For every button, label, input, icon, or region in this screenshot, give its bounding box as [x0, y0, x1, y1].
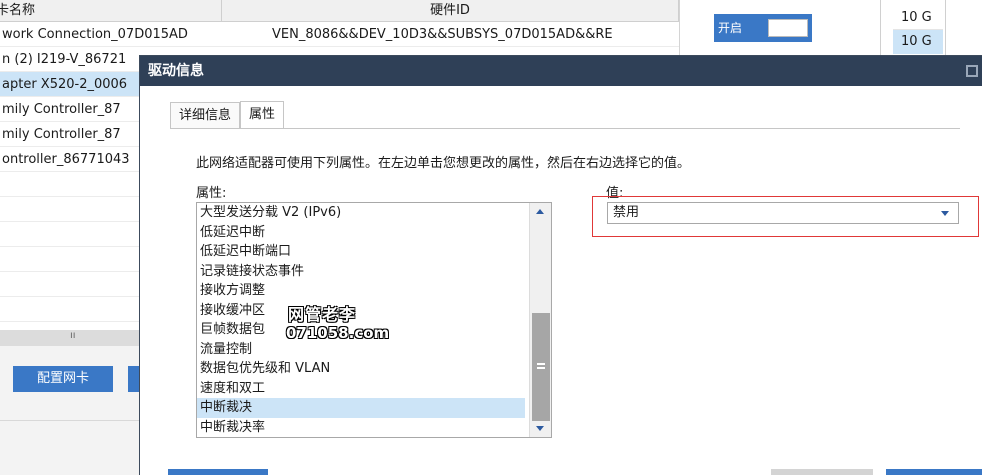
toggle-label: 开启 [718, 21, 743, 35]
scroll-down-icon[interactable] [536, 426, 544, 431]
watermark-url: 071058.com [286, 324, 390, 342]
tab-properties[interactable]: 属性 [240, 101, 285, 129]
tab-divider [170, 128, 960, 129]
horizontal-scrollbar[interactable]: ıı [0, 330, 140, 346]
vertical-scrollbar[interactable] [529, 203, 551, 437]
dialog-button-middle[interactable] [771, 469, 873, 475]
column-header-name[interactable]: 卡名称 [0, 0, 222, 21]
value-dropdown[interactable]: 禁用 [607, 202, 959, 224]
watermark-title: 网管老李 [288, 305, 357, 324]
scroll-grip: ıı [70, 330, 76, 341]
enable-toggle[interactable]: 开启 [714, 14, 812, 42]
list-item[interactable]: 数据包优先级和 VLAN [197, 359, 525, 379]
chevron-down-icon[interactable] [941, 211, 949, 216]
adapter-name: work Connection_07D015AD [2, 27, 188, 42]
scroll-thumb[interactable] [532, 313, 550, 421]
list-item[interactable]: 低延迟中断端口 [197, 242, 525, 262]
table-row[interactable]: work Connection_07D015AD VEN_8086&&DEV_10… [0, 22, 679, 47]
config-adapter-button[interactable]: 配置网卡 [13, 366, 113, 392]
tab-strip: 详细信息 属性 [170, 101, 285, 129]
tab-details[interactable]: 详细信息 [170, 102, 241, 129]
divider [880, 0, 881, 60]
dialog-button-right[interactable] [886, 469, 982, 475]
speed-cell-selected[interactable]: 10 G [893, 30, 943, 54]
speed-cell[interactable]: 10 G [893, 6, 943, 30]
list-item[interactable]: 接收缓冲区 [197, 301, 525, 321]
toggle-knob [768, 19, 808, 37]
hardware-id: VEN_8086&&DEV_10D3&&SUBSYS_07D015AD&&RE [272, 27, 613, 42]
restore-icon[interactable] [966, 65, 978, 77]
list-item[interactable]: 流量控制 [197, 340, 525, 360]
list-item-selected[interactable]: 中断裁决 [197, 398, 525, 418]
description-text: 此网络适配器可使用下列属性。在左边单击您想更改的属性，然后在右边选择它的值。 [196, 156, 691, 171]
column-header-hwid[interactable]: 硬件ID [222, 0, 679, 21]
divider [0, 420, 140, 421]
list-item[interactable]: 记录链接状态事件 [197, 262, 525, 282]
list-item[interactable]: 大型发送分载 V2 (IPv6) [197, 203, 525, 223]
list-item[interactable]: 接收方调整 [197, 281, 525, 301]
adapter-table-header: 卡名称 硬件ID [0, 0, 679, 22]
list-item[interactable]: 低延迟中断 [197, 223, 525, 243]
property-listbox[interactable]: 大型发送分载 V2 (IPv6) 低延迟中断 低延迟中断端口 记录链接状态事件 … [196, 202, 552, 438]
dialog-title: 驱动信息 [148, 63, 204, 79]
grip-icon [537, 363, 545, 369]
divider [945, 0, 946, 60]
dropdown-value: 禁用 [613, 205, 640, 220]
list-item[interactable]: 速度和双工 [197, 379, 525, 399]
dialog-titlebar[interactable]: 驱动信息 [140, 56, 982, 86]
property-label: 属性: [196, 186, 227, 201]
scroll-up-icon[interactable] [536, 209, 544, 214]
dialog-button-left[interactable] [168, 469, 268, 475]
list-item[interactable]: 中断裁决率 [197, 418, 525, 438]
driver-info-dialog: 驱动信息 详细信息 属性 此网络适配器可使用下列属性。在左边单击您想更改的属性，… [139, 55, 982, 475]
